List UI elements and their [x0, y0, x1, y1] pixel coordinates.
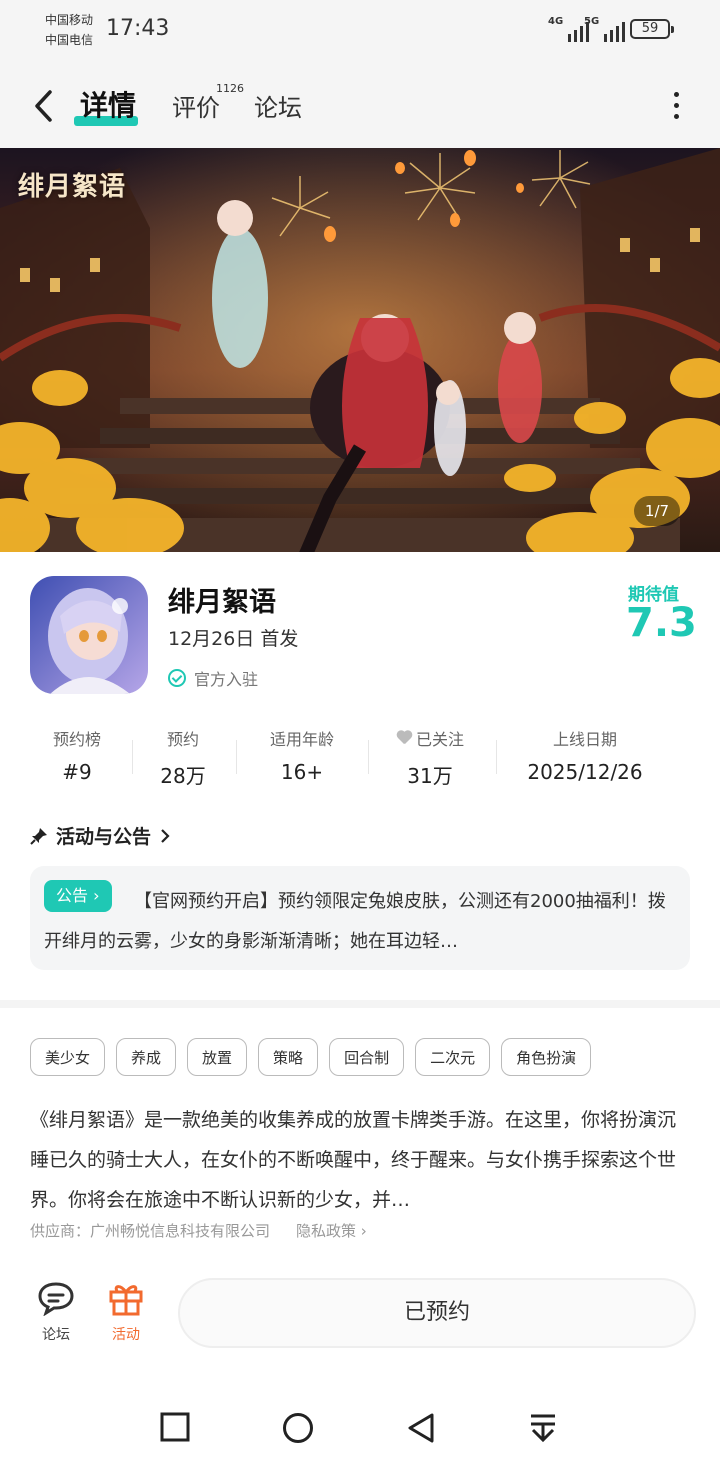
- verified-check-icon: [168, 669, 186, 687]
- official-label: 官方入驻: [194, 670, 259, 689]
- stat-launch-date: 上线日期 2025/12/26: [510, 726, 660, 784]
- forum-label: 论坛: [42, 1327, 70, 1343]
- back-triangle-icon[interactable]: [406, 1412, 436, 1444]
- reserved-button[interactable]: 已预约: [178, 1278, 696, 1348]
- divider: [496, 740, 497, 774]
- forum-button[interactable]: 论坛: [28, 1280, 84, 1344]
- tag[interactable]: 放置: [187, 1038, 248, 1076]
- hero-banner[interactable]: 绯月絮语 1/7: [0, 148, 720, 552]
- stat-value: 2025/12/26: [527, 760, 643, 784]
- stat-value: 28万: [160, 764, 206, 788]
- announcement-badge[interactable]: 公告 ›: [44, 880, 112, 912]
- tag-list: 美少女 养成 放置 策略 回合制 二次元 角色扮演: [30, 1038, 710, 1076]
- tab-forum[interactable]: 论坛: [254, 88, 302, 123]
- announcements-title: 活动与公告: [56, 826, 152, 848]
- stat-label: 预约: [166, 730, 199, 749]
- supplier-label: 供应商：广州畅悦信息科技有限公司: [30, 1222, 271, 1240]
- game-description[interactable]: 《绯月絮语》是一款绝美的收集养成的放置卡牌类手游。在这里，你将扮演沉睡已久的骑士…: [30, 1100, 692, 1220]
- banner-artwork: [0, 148, 720, 552]
- release-info: 12月26日 首发: [168, 628, 299, 650]
- back-arrow-icon[interactable]: [30, 86, 60, 126]
- notification-pull-icon[interactable]: [528, 1412, 558, 1444]
- tag[interactable]: 角色扮演: [501, 1038, 592, 1076]
- recents-square-icon[interactable]: [160, 1412, 190, 1442]
- supplier-row: 供应商：广州畅悦信息科技有限公司 隐私政策 ›: [30, 1220, 367, 1241]
- status-time: 17:43: [106, 16, 170, 41]
- tag[interactable]: 策略: [258, 1038, 319, 1076]
- privacy-policy-link[interactable]: 隐私政策 ›: [296, 1220, 367, 1241]
- tag[interactable]: 美少女: [30, 1038, 106, 1076]
- stat-value: 31万: [407, 764, 453, 788]
- activity-label: 活动: [112, 1327, 140, 1343]
- heart-icon: [396, 731, 412, 745]
- stat-label: 预约榜: [52, 730, 101, 749]
- announcements-header[interactable]: 活动与公告: [30, 822, 171, 849]
- section-divider: [0, 1000, 720, 1008]
- bottom-action-bar: 论坛 活动 已预约: [0, 1262, 720, 1370]
- signal-4g-icon: 4G: [548, 16, 590, 42]
- stat-value: #9: [62, 760, 92, 784]
- reviews-count: 1126: [216, 82, 244, 95]
- stat-label: 适用年龄: [269, 730, 334, 749]
- announcement-text: 【官网预约开启】预约领限定兔娘皮肤，公测还有2000抽福利！拨开绯月的云雾，少女…: [44, 891, 666, 952]
- top-nav: 详情 评价 1126 论坛: [0, 64, 720, 148]
- home-circle-icon[interactable]: [282, 1412, 314, 1444]
- game-logo: 绯月絮语: [18, 172, 127, 202]
- stat-label: 上线日期: [552, 730, 617, 749]
- stat-age-rating[interactable]: 适用年龄 16+: [254, 726, 350, 784]
- gift-icon: [109, 1285, 143, 1316]
- divider: [236, 740, 237, 774]
- divider: [132, 740, 133, 774]
- system-nav-bar: [0, 1380, 720, 1469]
- battery-icon: 59: [630, 19, 674, 39]
- tag[interactable]: 养成: [116, 1038, 177, 1076]
- banner-page-counter: 1/7: [634, 496, 680, 526]
- carrier-names: 中国移动 中国电信: [45, 10, 93, 50]
- pin-icon: [30, 827, 47, 845]
- chat-bubble-icon: [38, 1282, 74, 1317]
- announcement-card[interactable]: 【官网预约开启】预约领限定兔娘皮肤，公测还有2000抽福利！拨开绯月的云雾，少女…: [30, 866, 690, 970]
- stat-rank[interactable]: 预约榜 #9: [32, 726, 122, 784]
- app-name: 绯月絮语: [168, 587, 276, 618]
- app-icon: [30, 576, 148, 694]
- more-options-icon[interactable]: [668, 92, 684, 124]
- tab-reviews[interactable]: 评价: [172, 88, 220, 123]
- carrier-2: 中国电信: [45, 33, 94, 47]
- status-bar: 中国移动 中国电信 17:43 4G 5G 59: [0, 0, 720, 64]
- stat-reservations: 预约 28万: [138, 726, 228, 789]
- stat-followers[interactable]: 已关注 31万: [382, 726, 478, 789]
- expectation-score: 7.3: [626, 600, 697, 646]
- stats-row: 预约榜 #9 预约 28万 适用年龄 16+ 已关注 31万 上线日期 2025…: [10, 726, 710, 790]
- carrier-1: 中国移动: [45, 13, 94, 27]
- tab-details[interactable]: 详情: [80, 84, 136, 124]
- chevron-right-icon: [161, 828, 170, 843]
- activity-button[interactable]: 活动: [98, 1280, 154, 1344]
- divider: [368, 740, 369, 774]
- tag[interactable]: 二次元: [415, 1038, 491, 1076]
- signal-5g-icon: 5G: [584, 16, 626, 42]
- stat-value: 16+: [280, 760, 324, 784]
- official-badge: 官方入驻: [168, 666, 258, 690]
- chevron-right-icon: ›: [88, 886, 100, 905]
- stat-label: 已关注: [415, 730, 464, 749]
- tag[interactable]: 回合制: [329, 1038, 405, 1076]
